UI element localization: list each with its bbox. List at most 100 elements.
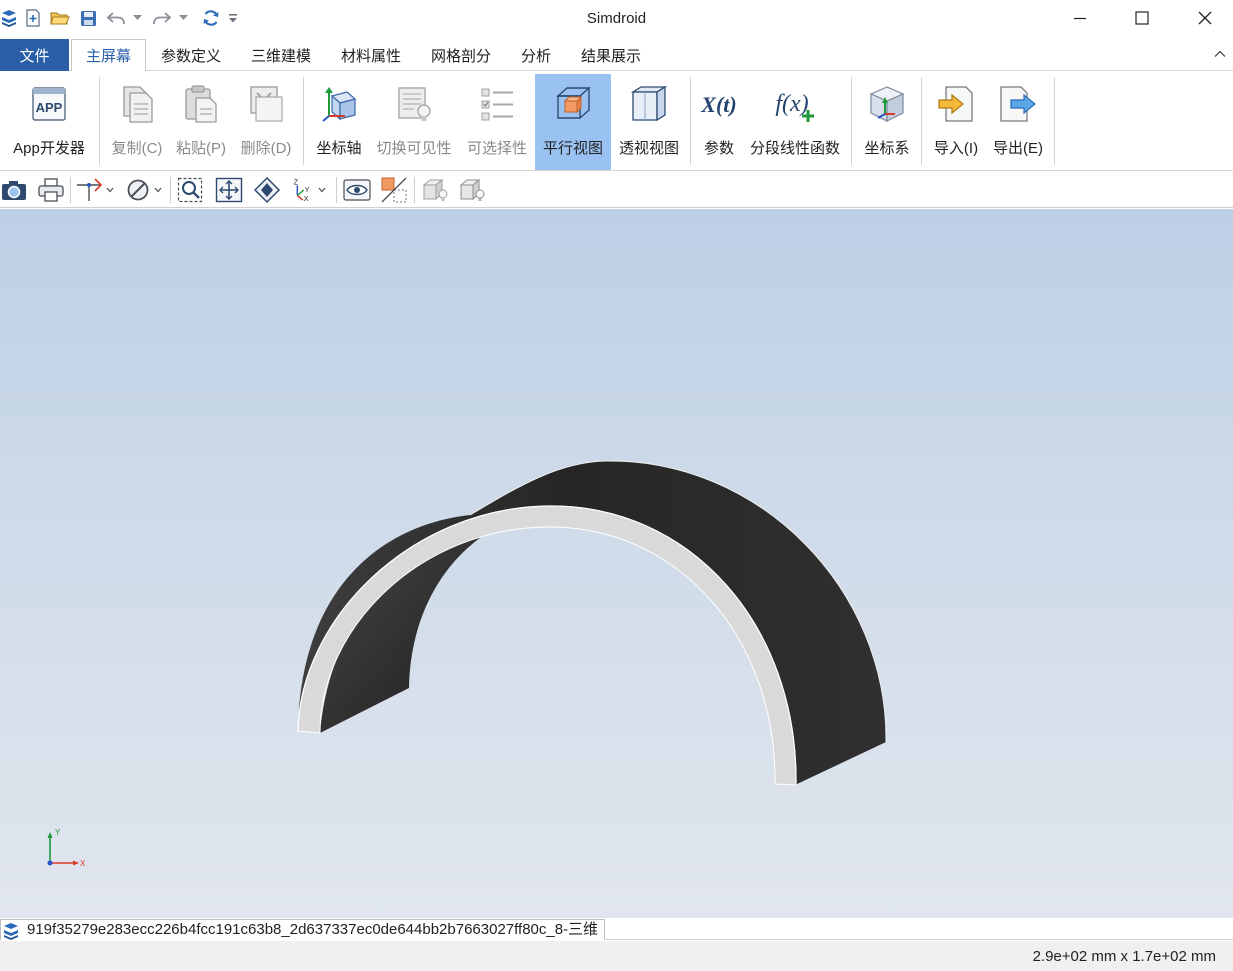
document-logo-icon <box>4 923 18 940</box>
clip-plane-dropdown-icon[interactable] <box>104 176 116 204</box>
export-label: 导出(E) <box>993 140 1043 157</box>
svg-text:Y: Y <box>305 185 310 194</box>
toggle-visibility-button[interactable]: 切换可见性 <box>372 74 456 170</box>
tab-material-properties[interactable]: 材料属性 <box>326 39 416 71</box>
light-off-icon[interactable] <box>420 176 450 204</box>
3d-viewport[interactable]: Y X <box>0 209 1233 918</box>
transparency-icon[interactable] <box>378 176 410 204</box>
perspective-view-label: 透视视图 <box>618 140 679 157</box>
fit-view-icon[interactable] <box>251 176 283 204</box>
import-icon <box>936 80 976 128</box>
parallel-view-icon <box>553 80 593 128</box>
export-icon <box>997 80 1039 128</box>
coordinate-system-icon <box>867 80 907 128</box>
delete-label: 删除(D) <box>240 140 292 157</box>
coordinate-system-label: 坐标系 <box>864 140 910 157</box>
app-builder-button[interactable]: APP App开发器 <box>4 74 94 170</box>
document-tab-bar: 919f35279e283ecc226b4fcc191c63b8_2d63733… <box>0 918 1233 940</box>
document-tab-title: 919f35279e283ecc226b4fcc191c63b8_2d63733… <box>27 921 599 938</box>
selectability-button[interactable]: 可选择性 <box>462 74 532 170</box>
minimize-button[interactable] <box>1060 4 1100 32</box>
show-hide-icon[interactable] <box>341 176 373 204</box>
view-orientation-icon[interactable]: ZYX <box>290 176 312 204</box>
piecewise-linear-function-button[interactable]: f(x) 分段线性函数 <box>746 74 844 170</box>
arch-model[interactable] <box>0 209 1233 918</box>
render-mode-icon[interactable] <box>124 176 152 204</box>
triad-x-label: X <box>80 859 86 868</box>
copy-button[interactable]: 复制(C) <box>106 74 168 170</box>
axis-icon <box>319 80 359 128</box>
window-title: Simdroid <box>586 10 647 27</box>
piecewise-linear-function-label: 分段线性函数 <box>749 140 840 157</box>
tab-meshing[interactable]: 网格剖分 <box>416 39 506 71</box>
import-label: 导入(I) <box>933 140 979 157</box>
toggle-visibility-label: 切换可见性 <box>376 140 452 157</box>
ribbon-divider <box>690 77 691 165</box>
view-orientation-dropdown-icon[interactable] <box>316 176 328 204</box>
close-button[interactable] <box>1185 4 1225 32</box>
copy-label: 复制(C) <box>111 140 163 157</box>
document-tab[interactable]: 919f35279e283ecc226b4fcc191c63b8_2d63733… <box>0 919 606 940</box>
axis-button[interactable]: 坐标轴 <box>309 74 369 170</box>
parallel-view-button[interactable]: 平行视图 <box>535 74 611 170</box>
ribbon-divider <box>303 77 304 165</box>
selectability-icon <box>477 80 517 128</box>
paste-label: 粘贴(P) <box>176 140 226 157</box>
svg-text:f(x): f(x) <box>775 91 808 117</box>
svg-text:Z: Z <box>294 178 299 187</box>
title-bar: Simdroid <box>0 0 1233 37</box>
parameter-icon: X(t) <box>697 80 741 128</box>
axis-triad: Y X <box>47 829 86 868</box>
ribbon-divider <box>921 77 922 165</box>
status-bar: 2.9e+02 mm x 1.7e+02 mm <box>0 941 1233 971</box>
piecewise-function-icon: f(x) <box>772 80 818 128</box>
ribbon: APP App开发器 复制(C) 粘贴(P) 删除(D) 坐标轴 切换可见性 可… <box>0 71 1233 171</box>
maximize-button[interactable] <box>1122 4 1162 32</box>
parallel-view-label: 平行视图 <box>542 140 603 157</box>
triad-y-label: Y <box>55 829 61 837</box>
print-icon[interactable] <box>36 176 66 204</box>
perspective-view-icon <box>629 80 669 128</box>
render-mode-dropdown-icon[interactable] <box>152 176 164 204</box>
screenshot-icon[interactable] <box>0 176 28 204</box>
ribbon-divider <box>99 77 100 165</box>
toolbar-divider <box>414 177 415 203</box>
view-toolbar: ZYX <box>0 172 1233 208</box>
tab-parameter-definition[interactable]: 参数定义 <box>146 39 236 71</box>
parameter-button[interactable]: X(t) 参数 <box>697 74 741 170</box>
app-icon: APP <box>30 80 68 128</box>
zoom-extents-icon[interactable] <box>213 176 245 204</box>
model-dimensions: 2.9e+02 mm x 1.7e+02 mm <box>1032 948 1216 965</box>
toolbar-divider <box>170 177 171 203</box>
file-menu-button[interactable]: 文件 <box>0 39 69 71</box>
axis-label: 坐标轴 <box>316 140 362 157</box>
perspective-view-button[interactable]: 透视视图 <box>613 74 685 170</box>
paste-button[interactable]: 粘贴(P) <box>171 74 231 170</box>
svg-text:X: X <box>304 194 309 203</box>
menu-bar: 文件 主屏幕 参数定义 三维建模 材料属性 网格剖分 分析 结果展示 <box>0 37 1233 72</box>
ribbon-divider <box>1054 77 1055 165</box>
tab-3d-modeling[interactable]: 三维建模 <box>236 39 326 71</box>
svg-text:APP: APP <box>36 100 63 115</box>
delete-icon <box>247 80 285 128</box>
coordinate-system-button[interactable]: 坐标系 <box>857 74 917 170</box>
svg-text:X(t): X(t) <box>700 92 736 117</box>
visibility-icon <box>394 80 434 128</box>
ribbon-divider <box>851 77 852 165</box>
parameter-label: 参数 <box>703 140 734 157</box>
delete-button[interactable]: 删除(D) <box>235 74 297 170</box>
clip-plane-icon[interactable] <box>74 176 104 204</box>
light-on-icon[interactable] <box>457 176 487 204</box>
tab-analysis[interactable]: 分析 <box>506 39 566 71</box>
tab-home[interactable]: 主屏幕 <box>71 39 146 72</box>
export-button[interactable]: 导出(E) <box>988 74 1048 170</box>
collapse-ribbon-icon[interactable] <box>1213 47 1227 61</box>
tab-results[interactable]: 结果展示 <box>566 39 656 71</box>
zoom-box-icon[interactable] <box>175 176 205 204</box>
copy-icon <box>118 80 156 128</box>
import-button[interactable]: 导入(I) <box>928 74 984 170</box>
paste-icon <box>182 80 220 128</box>
toolbar-divider <box>70 177 71 203</box>
selectability-label: 可选择性 <box>466 140 527 157</box>
app-builder-label: App开发器 <box>13 140 85 157</box>
